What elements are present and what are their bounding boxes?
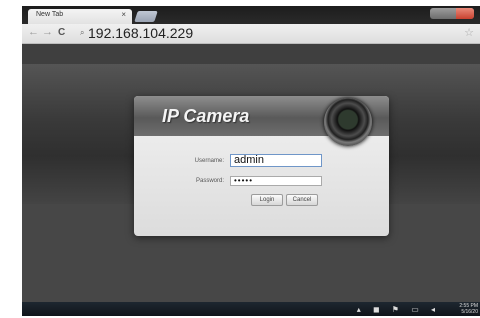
tab-strip: New Tab × <box>22 6 480 24</box>
window-controls[interactable] <box>430 8 474 19</box>
clock[interactable]: 2:55 PM 5/16/20 <box>459 303 478 315</box>
page-content: IP Camera Username: admin Password: ••••… <box>22 44 480 316</box>
username-label: Username: <box>194 158 224 164</box>
reload-icon[interactable]: C <box>58 27 65 38</box>
password-label: Password: <box>195 178 224 184</box>
browser-toolbar: ← → C ⌕ 192.168.104.229 ☆ <box>22 24 480 44</box>
address-bar[interactable]: 192.168.104.229 <box>88 25 193 41</box>
taskbar: ▴ ◼ ⚑ ▭ ◂ 2:55 PM 5/16/20 <box>22 302 480 316</box>
tab-title: New Tab <box>36 11 64 18</box>
login-header: IP Camera <box>134 96 389 146</box>
search-icon: ⌕ <box>80 28 85 37</box>
back-icon[interactable]: ← <box>28 26 39 38</box>
login-dialog: IP Camera Username: admin Password: ••••… <box>134 96 389 236</box>
system-tray[interactable]: ▴ ◼ ⚑ ▭ ◂ <box>357 305 440 314</box>
browser-window: New Tab × ← → C ⌕ 192.168.104.229 ☆ IP C… <box>22 6 480 316</box>
brand-title: IP Camera <box>162 106 250 126</box>
login-button[interactable]: Login <box>251 194 283 206</box>
tab-close-icon[interactable]: × <box>121 10 126 19</box>
window-close-button[interactable] <box>456 8 474 19</box>
star-icon[interactable]: ☆ <box>464 26 474 39</box>
clock-date: 5/16/20 <box>461 309 478 315</box>
new-tab-button[interactable] <box>134 11 158 22</box>
forward-icon[interactable]: → <box>42 26 53 38</box>
username-field[interactable]: admin <box>230 154 322 167</box>
camera-lens-icon <box>324 98 372 146</box>
cancel-button[interactable]: Cancel <box>286 194 318 206</box>
password-field[interactable]: ••••• <box>230 176 322 186</box>
browser-tab[interactable]: New Tab × <box>28 9 132 24</box>
